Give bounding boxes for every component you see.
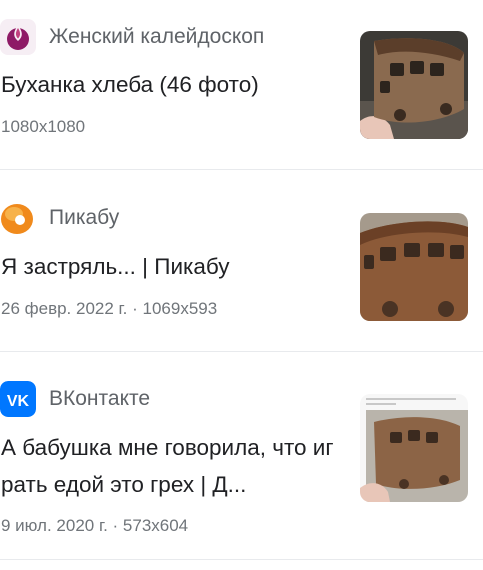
pikabu-logo-icon xyxy=(0,200,36,236)
result-thumbnail[interactable] xyxy=(360,31,468,139)
result-thumbnail[interactable] xyxy=(360,213,468,321)
result-source[interactable]: Женский калейдоскоп xyxy=(0,19,264,55)
result-title[interactable]: Я застряль... | Пикабу xyxy=(1,248,337,285)
kaleidoscope-logo-icon xyxy=(0,19,36,55)
source-name: ВКонтакте xyxy=(49,387,151,410)
svg-text:VK: VK xyxy=(7,393,30,410)
source-name: Женский калейдоскоп xyxy=(49,25,265,48)
image-search-results: Женский калейдоскоп Буханка хлеба (46 фо… xyxy=(0,0,483,560)
result-meta: 26 февр. 2022 г. · 1069x593 xyxy=(1,299,218,318)
result-meta: 9 июл. 2020 г. · 573x604 xyxy=(1,516,189,535)
result-thumbnail[interactable] xyxy=(360,394,468,502)
result-card[interactable]: VK ВКонтакте А бабушка мне говорила, что… xyxy=(0,352,483,560)
vk-logo-icon: VK xyxy=(0,381,36,417)
result-card[interactable]: Пикабу Я застряль... | Пикабу 26 февр. 2… xyxy=(0,170,483,352)
result-title[interactable]: А бабушка мне говорила, что играть едой … xyxy=(1,429,337,503)
source-name: Пикабу xyxy=(49,206,120,229)
result-card[interactable]: Женский калейдоскоп Буханка хлеба (46 фо… xyxy=(0,0,483,170)
result-source[interactable]: Пикабу xyxy=(0,200,119,236)
result-meta: 1080x1080 xyxy=(1,117,86,136)
result-source[interactable]: VK ВКонтакте xyxy=(0,381,150,417)
result-title[interactable]: Буханка хлеба (46 фото) xyxy=(1,66,337,103)
